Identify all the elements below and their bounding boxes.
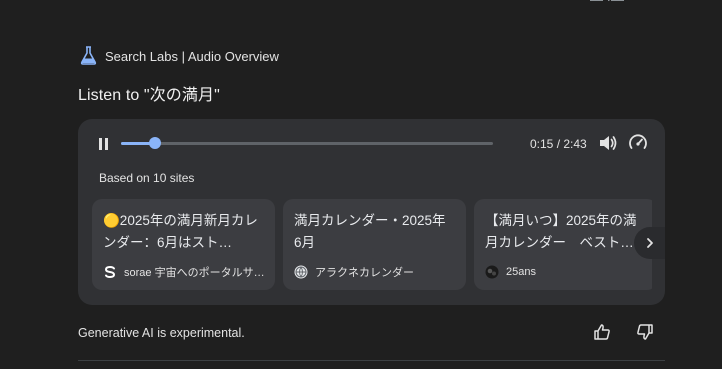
source-title: 🟡2025年の満月新月カレンダー：6月はスト… <box>103 213 258 250</box>
search-labs-header: Search Labs | Audio Overview <box>80 46 279 66</box>
s-logo-icon <box>103 265 117 279</box>
progress-thumb[interactable] <box>149 137 162 149</box>
top-partial-text: — ·— <box>590 0 624 7</box>
carousel-next-button[interactable] <box>634 227 665 259</box>
playback-speed-icon[interactable] <box>628 133 648 153</box>
audio-overview-card: 0:15 / 2:43 Based on 10 sites 🟡2025年の満月新… <box>78 119 665 305</box>
audio-overview-page: — ·— Search Labs | Audio Overview Listen… <box>0 0 722 369</box>
source-carousel: 🟡2025年の満月新月カレンダー：6月はスト… sorae 宇宙へのポータルサ…… <box>92 199 652 290</box>
thumbs-down-icon[interactable] <box>636 323 654 341</box>
source-card[interactable]: 🟡2025年の満月新月カレンダー：6月はスト… sorae 宇宙へのポータルサ… <box>92 199 275 290</box>
source-card[interactable]: 【満月いつ】2025年の満月カレンダー ベスト… 25ans <box>474 199 652 290</box>
audio-player: 0:15 / 2:43 <box>78 119 665 169</box>
source-site: sorae 宇宙へのポータルサ… <box>103 265 268 279</box>
progress-slider[interactable] <box>121 137 493 149</box>
source-title: 【満月いつ】2025年の満月カレンダー ベスト… <box>485 213 637 250</box>
chevron-right-icon <box>647 238 653 248</box>
source-site: アラクネカレンダー <box>294 265 459 279</box>
time-readout: 0:15 / 2:43 <box>530 137 587 151</box>
source-site-name: アラクネカレンダー <box>315 267 414 279</box>
dark-logo-icon <box>485 265 499 279</box>
divider <box>78 360 665 361</box>
labs-flask-icon <box>80 46 97 65</box>
thumbs-up-icon[interactable] <box>593 323 611 341</box>
source-site-name: 25ans <box>506 266 536 278</box>
duration: 2:43 <box>563 137 587 151</box>
based-on-sites: Based on 10 sites <box>99 171 195 185</box>
source-card[interactable]: 満月カレンダー・2025年6月 アラクネカレンダー <box>283 199 466 290</box>
pause-icon <box>99 138 102 150</box>
pause-button[interactable] <box>97 136 111 152</box>
volume-icon[interactable] <box>598 134 618 152</box>
globe-icon <box>294 265 308 279</box>
source-title: 満月カレンダー・2025年6月 <box>294 213 446 250</box>
listen-title: Listen to "次の満月" <box>78 87 220 104</box>
source-site-name: sorae 宇宙へのポータルサ… <box>124 267 265 279</box>
search-labs-label: Search Labs | Audio Overview <box>105 48 279 64</box>
source-site: 25ans <box>485 265 650 279</box>
experimental-disclaimer: Generative AI is experimental. <box>78 326 245 340</box>
current-time: 0:15 <box>530 137 554 151</box>
